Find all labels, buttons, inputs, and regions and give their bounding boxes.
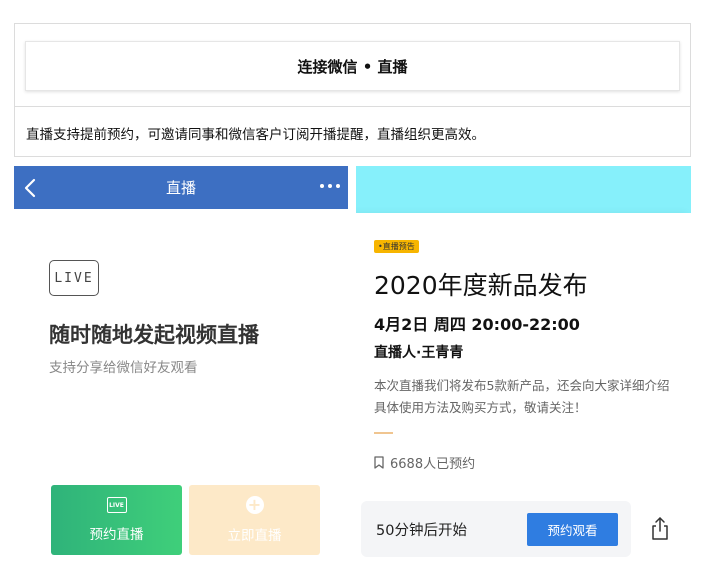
live-host: 直播人·王青青 [374, 345, 464, 361]
live-home-screen: 直播 LIVE 随时随地发起视频直播 支持分享给微信好友观看 LIVE 预约直播… [14, 166, 348, 586]
preview-tag: •直播预告 [374, 240, 419, 253]
plus-circle-icon: + [245, 496, 264, 514]
live-badge: LIVE [49, 260, 99, 296]
screen-heading: 随时随地发起视频直播 [49, 323, 259, 347]
accent-divider [374, 432, 393, 434]
live-tv-icon: LIVE [106, 497, 127, 513]
screen-subtitle: 支持分享给微信好友观看 [49, 360, 198, 376]
share-icon[interactable] [650, 515, 670, 541]
reserve-live-label: 预约直播 [89, 527, 144, 543]
card-divider [15, 106, 690, 107]
start-live-label: 立即直播 [227, 528, 282, 544]
more-horizontal-icon[interactable] [320, 184, 340, 188]
reserve-live-button[interactable]: LIVE 预约直播 [51, 485, 182, 555]
bottom-action-bar: 50分钟后开始 预约观看 [361, 501, 631, 557]
card-description: 直播支持提前预约，可邀请同事和微信客户订阅开播提醒，直播组织更高效。 [26, 127, 485, 143]
nav-title: 直播 [165, 179, 196, 197]
card-title: 连接微信 • 直播 [25, 41, 680, 91]
start-live-button[interactable]: + 立即直播 [189, 485, 320, 555]
reserve-count: 6688人已预约 [374, 453, 475, 472]
nav-bar: 直播 [14, 166, 348, 209]
live-description: 本次直播我们将发布5款新产品，还会向大家详细介绍具体使用方法及购买方式，敬请关注… [374, 378, 670, 415]
intro-card: 连接微信 • 直播 直播支持提前预约，可邀请同事和微信客户订阅开播提醒，直播组织… [14, 23, 691, 157]
preview-header [356, 166, 691, 213]
bookmark-icon [374, 456, 384, 469]
live-preview-screen: •直播预告 2020年度新品发布 4月2日 周四 20:00-22:00 直播人… [356, 166, 691, 586]
countdown-text: 50分钟后开始 [376, 522, 467, 539]
live-time: 4月2日 周四 20:00-22:00 [374, 315, 580, 334]
reserve-watch-button[interactable]: 预约观看 [527, 513, 618, 546]
reserve-count-text: 6688人已预约 [390, 457, 476, 472]
preview-card: •直播预告 2020年度新品发布 4月2日 周四 20:00-22:00 直播人… [356, 213, 691, 586]
live-title: 2020年度新品发布 [374, 271, 588, 300]
